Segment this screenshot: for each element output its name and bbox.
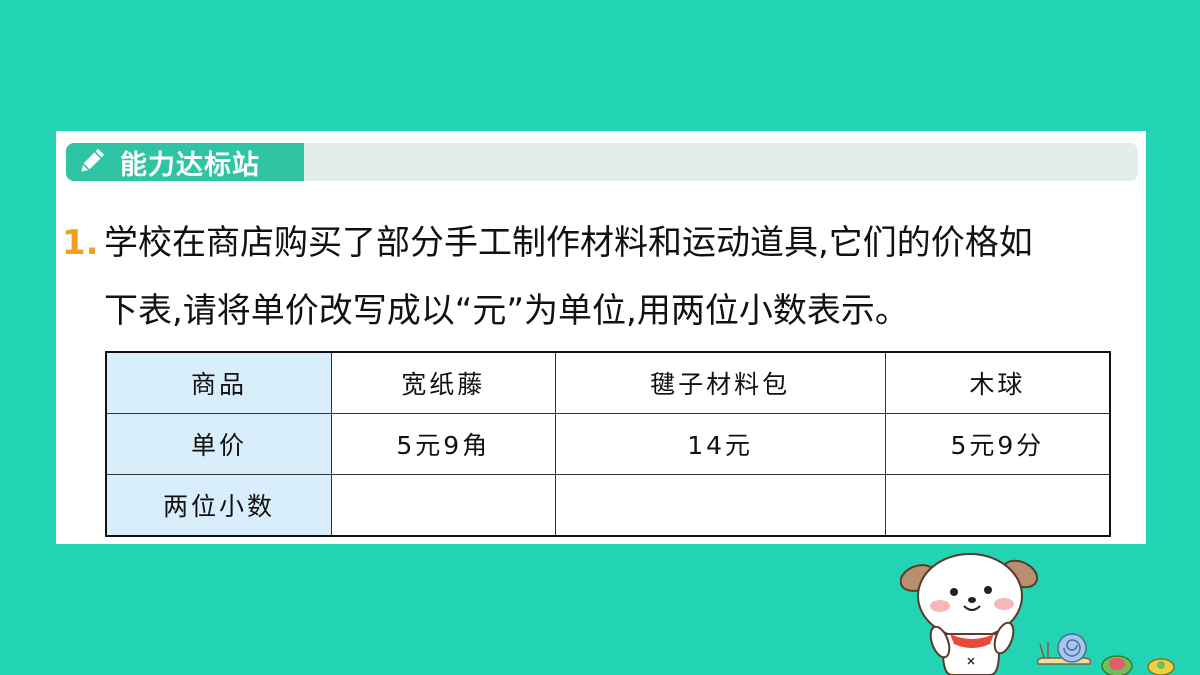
section-title: 能力达标站 <box>120 149 260 181</box>
snail-illustration <box>1036 633 1092 665</box>
answer-cell[interactable] <box>331 474 556 537</box>
row-header-price: 单价 <box>105 413 332 475</box>
table-row: 两位小数 <box>105 474 1111 537</box>
price-cell: 14元 <box>554 413 886 475</box>
decorative-shell-icon <box>1101 655 1133 675</box>
section-header: 能力达标站 <box>66 143 1138 181</box>
section-tag: 能力达标站 <box>66 143 304 181</box>
row-header-item: 商品 <box>105 351 332 414</box>
price-cell: 5元9角 <box>331 413 556 475</box>
item-cell: 木球 <box>884 351 1111 414</box>
decorative-shell-icon <box>1147 658 1175 675</box>
item-cell: 毽子材料包 <box>554 351 886 414</box>
question-line-2: 下表,请将单价改写成以“元”为单位,用两位小数表示。 <box>104 291 909 331</box>
question-card: 能力达标站 1. 学校在商店购买了部分手工制作材料和运动道具,它们的价格如 下表,… <box>56 131 1146 544</box>
answer-cell[interactable] <box>554 474 886 537</box>
question-number: 1. <box>62 223 99 263</box>
table-row: 单价 5元9角 14元 5元9分 <box>105 413 1111 475</box>
row-header-decimal: 两位小数 <box>105 474 332 537</box>
price-table: 商品 宽纸藤 毽子材料包 木球 单价 5元9角 14元 5元9分 两位小数 <box>105 351 1111 537</box>
pencil-icon <box>79 146 107 174</box>
price-cell: 5元9分 <box>884 413 1111 475</box>
question-line-1-text: 学校在商店购买了部分手工制作材料和运动道具,它们的价格如 <box>104 223 1033 263</box>
question-line-1: 1. 学校在商店购买了部分手工制作材料和运动道具,它们的价格如 <box>62 209 1033 277</box>
puppy-illustration <box>900 553 1039 675</box>
answer-cell[interactable] <box>884 474 1111 537</box>
item-cell: 宽纸藤 <box>331 351 556 414</box>
table-row: 商品 宽纸藤 毽子材料包 木球 <box>105 351 1111 414</box>
